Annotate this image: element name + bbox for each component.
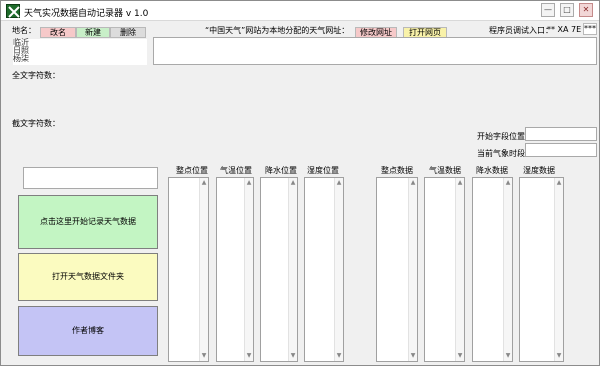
scrollbar[interactable]: ▲ ▼ (408, 178, 417, 361)
list-box[interactable]: ▲ ▼ (376, 177, 418, 362)
place-list[interactable]: 临沂 日照 杨柒 (13, 39, 147, 65)
scrollbar[interactable]: ▲ ▼ (199, 178, 208, 361)
app-logo-icon (6, 4, 20, 18)
scrollbar[interactable]: ▲ ▼ (554, 178, 563, 361)
list-box[interactable]: ▲ ▼ (168, 177, 209, 362)
scroll-down-icon[interactable]: ▼ (335, 353, 343, 359)
scrollbar[interactable]: ▲ ▼ (503, 178, 512, 361)
scrollbar[interactable]: ▲ ▼ (244, 178, 253, 361)
column-header: 降水数据 (476, 166, 508, 175)
url-prompt: “中国天气”网站为本地分配的天气网址： (205, 26, 350, 35)
list-box[interactable]: ▲ ▼ (216, 177, 254, 362)
debug-button[interactable]: *** (583, 23, 597, 35)
full-char-count-label: 全文字符数： (12, 71, 60, 80)
delete-button[interactable]: 删除 (110, 27, 146, 38)
list-box[interactable]: ▲ ▼ (304, 177, 344, 362)
url-textarea[interactable] (153, 37, 597, 65)
open-folder-button[interactable]: 打开天气数据文件夹 (18, 253, 158, 301)
scrollbar[interactable]: ▲ ▼ (288, 178, 297, 361)
minimize-button[interactable]: — (541, 3, 555, 17)
app-window: 天气实况数据自动记录器 v 1.0 — □ ✕ 地名： 改名 新建 删除 “中国… (0, 0, 600, 366)
current-time-field[interactable] (525, 143, 597, 157)
scroll-up-icon[interactable]: ▲ (335, 180, 343, 186)
scroll-up-icon[interactable]: ▲ (555, 180, 563, 186)
place-label: 地名： (12, 26, 36, 35)
title-bar: 天气实况数据自动记录器 v 1.0 — □ ✕ (1, 1, 599, 21)
scroll-up-icon[interactable]: ▲ (200, 180, 208, 186)
scroll-up-icon[interactable]: ▲ (409, 180, 417, 186)
list-box[interactable]: ▲ ▼ (260, 177, 298, 362)
place-item[interactable]: 日照 (13, 47, 147, 55)
scroll-down-icon[interactable]: ▼ (409, 353, 417, 359)
close-button[interactable]: ✕ (579, 3, 593, 17)
scroll-up-icon[interactable]: ▲ (504, 180, 512, 186)
column-header: 湿度数据 (523, 166, 555, 175)
column-header: 湿度位置 (307, 166, 339, 175)
debug-label: 程序员调试入口： (489, 26, 553, 35)
rename-button[interactable]: 改名 (40, 27, 76, 38)
start-pos-field[interactable] (525, 127, 597, 141)
cut-char-count-label: 截文字符数： (12, 119, 60, 128)
scroll-up-icon[interactable]: ▲ (456, 180, 464, 186)
column-header: 气温位置 (220, 166, 252, 175)
author-blog-button[interactable]: 作者博客 (18, 306, 158, 356)
list-box[interactable]: ▲ ▼ (424, 177, 465, 362)
column-header: 气温数据 (429, 166, 461, 175)
list-box[interactable]: ▲ ▼ (519, 177, 564, 362)
start-record-button[interactable]: 点击这里开始记录天气数据 (18, 195, 158, 249)
scroll-down-icon[interactable]: ▼ (504, 353, 512, 359)
scroll-down-icon[interactable]: ▼ (289, 353, 297, 359)
place-item[interactable]: 临沂 (13, 39, 147, 47)
list-box[interactable]: ▲ ▼ (472, 177, 513, 362)
scroll-down-icon[interactable]: ▼ (555, 353, 563, 359)
scroll-up-icon[interactable]: ▲ (289, 180, 297, 186)
new-button[interactable]: 新建 (76, 27, 110, 38)
column-header: 整点数据 (381, 166, 413, 175)
scrollbar[interactable]: ▲ ▼ (334, 178, 343, 361)
column-header: 降水位置 (265, 166, 297, 175)
place-item[interactable]: 杨柒 (13, 55, 147, 63)
window-title: 天气实况数据自动记录器 v 1.0 (24, 9, 149, 19)
debug-value: ** XA 7E (547, 25, 582, 34)
column-header: 整点位置 (176, 166, 208, 175)
scroll-up-icon[interactable]: ▲ (245, 180, 253, 186)
status-field[interactable] (23, 167, 158, 189)
scroll-down-icon[interactable]: ▼ (456, 353, 464, 359)
scroll-down-icon[interactable]: ▼ (245, 353, 253, 359)
scroll-down-icon[interactable]: ▼ (200, 353, 208, 359)
scrollbar[interactable]: ▲ ▼ (455, 178, 464, 361)
maximize-button[interactable]: □ (560, 3, 574, 17)
